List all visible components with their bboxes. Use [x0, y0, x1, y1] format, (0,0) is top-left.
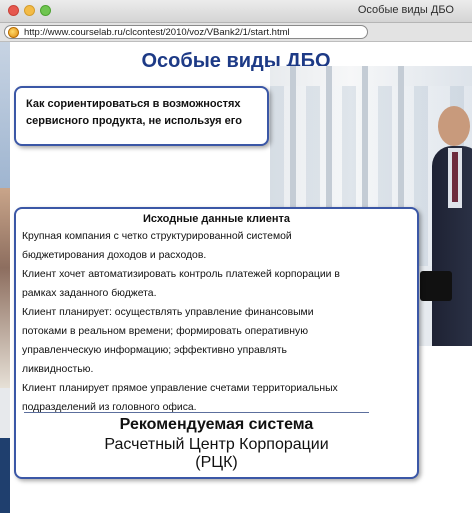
client-paragraph: Клиент хочет автоматизировать контроль п… [22, 269, 340, 299]
site-favicon-icon [8, 26, 19, 38]
client-heading: Исходные данные клиента [142, 213, 291, 225]
client-data-box: Исходные данные клиента Крупная компания… [14, 207, 419, 479]
close-button[interactable] [8, 5, 19, 16]
man-tie [452, 152, 458, 202]
client-paragraph: Крупная компания с четко структурированн… [22, 231, 292, 261]
window-titlebar[interactable]: Особые виды ДБО [0, 0, 472, 23]
recommended-system-name: Расчетный Центр Корпорации (РЦК) [104, 436, 329, 471]
zoom-button[interactable] [40, 5, 51, 16]
question-box: Как сориентироваться в возможностях серв… [14, 86, 269, 146]
background-window-photo [0, 188, 10, 388]
client-paragraph: Клиент планирует: осуществлять управлени… [22, 307, 314, 375]
man-head [438, 106, 470, 146]
window-title: Особые виды ДБО [357, 4, 454, 16]
window-controls [8, 5, 51, 16]
url-text[interactable]: http://www.courselab.ru/clcontest/2010/v… [24, 27, 290, 38]
background-window-panel-dark [0, 438, 10, 513]
recommendation-title: Рекомендуемая система [119, 416, 314, 433]
background-window-strip [0, 38, 10, 513]
minimize-button[interactable] [24, 5, 35, 16]
url-field[interactable]: http://www.courselab.ru/clcontest/2010/v… [4, 25, 368, 39]
briefcase [420, 271, 452, 301]
section-divider [24, 412, 369, 413]
address-bar: http://www.courselab.ru/clcontest/2010/v… [0, 23, 472, 42]
